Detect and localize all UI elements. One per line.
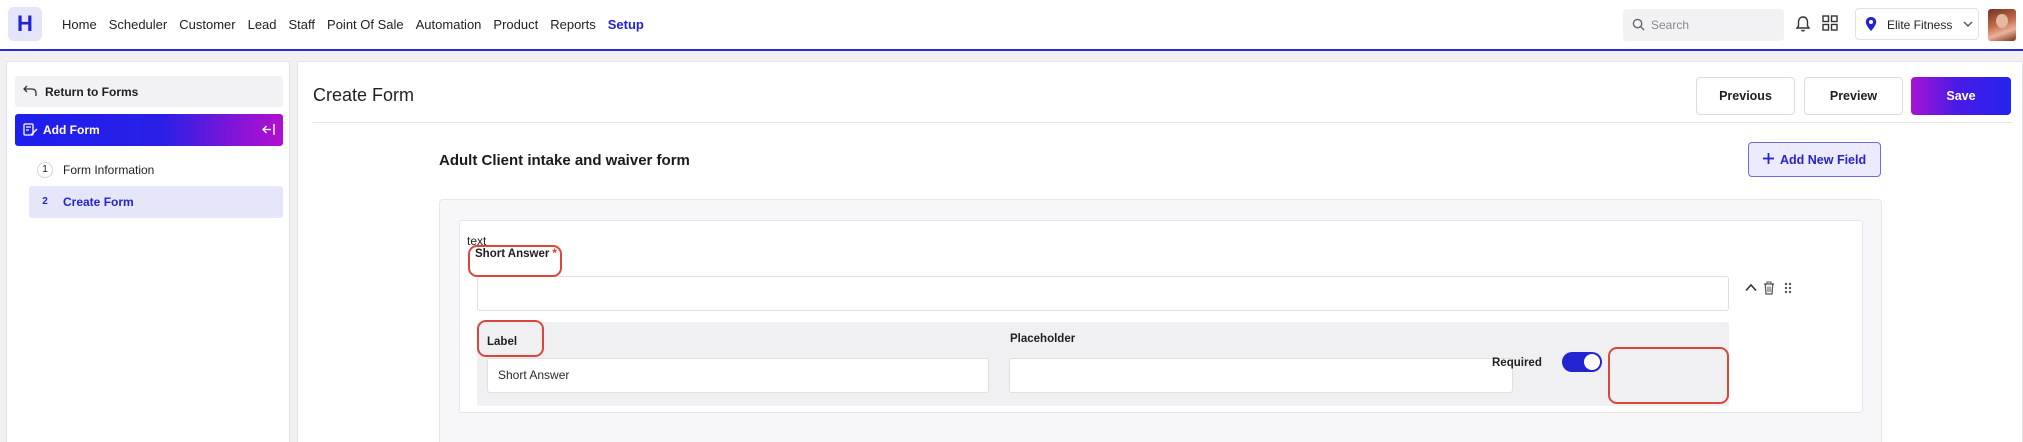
nav-staff[interactable]: Staff bbox=[289, 17, 316, 32]
plus-icon bbox=[1763, 153, 1774, 164]
nav-home[interactable]: Home bbox=[62, 17, 97, 32]
label-input[interactable]: Short Answer bbox=[487, 358, 989, 393]
field-name-text: Short Answer bbox=[475, 248, 550, 260]
trash-icon[interactable] bbox=[1763, 281, 1775, 295]
return-arrow-icon bbox=[23, 85, 37, 96]
step-form-information[interactable]: 1 Form Information bbox=[29, 154, 283, 186]
add-new-field-button[interactable]: Add New Field bbox=[1748, 142, 1881, 177]
nav-point-of-sale[interactable]: Point Of Sale bbox=[327, 17, 404, 32]
chevron-down-icon bbox=[1963, 21, 1973, 27]
return-to-forms-label: Return to Forms bbox=[45, 85, 139, 99]
nav-reports[interactable]: Reports bbox=[550, 17, 596, 32]
nav-customer[interactable]: Customer bbox=[179, 17, 235, 32]
main-nav: Home Scheduler Customer Lead Staff Point… bbox=[62, 0, 656, 49]
previous-button[interactable]: Previous bbox=[1696, 77, 1795, 115]
location-name: Elite Fitness bbox=[1887, 18, 1953, 32]
apps-grid-icon[interactable] bbox=[1822, 15, 1838, 31]
drag-handle-icon[interactable] bbox=[1784, 282, 1792, 294]
step-label: Create Form bbox=[63, 195, 134, 209]
return-to-forms-button[interactable]: Return to Forms bbox=[15, 76, 283, 107]
location-selector[interactable]: Elite Fitness bbox=[1855, 8, 1979, 40]
form-builder-sidebar: Return to Forms Add Form 1 Form Informat… bbox=[6, 61, 290, 442]
form-fields-area: text Short Answer * Label Short Answer Pl… bbox=[439, 199, 1882, 442]
avatar[interactable] bbox=[1988, 9, 2016, 41]
placeholder-heading: Placeholder bbox=[1010, 333, 1076, 345]
field-settings-panel: Label Short Answer Placeholder Required bbox=[477, 322, 1729, 406]
collapse-sidebar-icon[interactable] bbox=[261, 123, 275, 136]
required-toggle[interactable] bbox=[1562, 352, 1602, 372]
field-preview-input[interactable] bbox=[477, 276, 1729, 311]
main-content: Create Form Previous Preview Save Adult … bbox=[297, 61, 2023, 442]
label-heading: Label bbox=[487, 336, 518, 348]
add-form-label: Add Form bbox=[43, 123, 100, 137]
field-card: text Short Answer * Label Short Answer Pl… bbox=[459, 220, 1863, 413]
step-number: 2 bbox=[37, 194, 53, 210]
nav-product[interactable]: Product bbox=[493, 17, 538, 32]
app-logo[interactable]: H bbox=[8, 7, 42, 41]
step-label: Form Information bbox=[63, 163, 155, 177]
search-icon bbox=[1632, 18, 1645, 31]
nav-lead[interactable]: Lead bbox=[248, 17, 277, 32]
save-button[interactable]: Save bbox=[1911, 77, 2011, 115]
page-title: Create Form bbox=[313, 85, 415, 105]
search-placeholder: Search bbox=[1651, 18, 1690, 32]
add-form-section-header: Add Form bbox=[15, 114, 283, 146]
placeholder-input[interactable] bbox=[1009, 358, 1513, 393]
bell-icon[interactable] bbox=[1795, 15, 1811, 33]
nav-scheduler[interactable]: Scheduler bbox=[109, 17, 168, 32]
field-name: Short Answer * bbox=[470, 241, 562, 268]
header-divider bbox=[313, 122, 2013, 123]
add-new-field-label: Add New Field bbox=[1780, 153, 1867, 167]
required-heading: Required bbox=[1492, 357, 1542, 369]
search-input[interactable]: Search bbox=[1623, 9, 1784, 41]
nav-automation[interactable]: Automation bbox=[416, 17, 482, 32]
location-pin-icon bbox=[1865, 17, 1877, 31]
chevron-up-icon[interactable] bbox=[1745, 283, 1757, 292]
required-marker: * bbox=[552, 248, 557, 260]
top-navigation-bar: H Home Scheduler Customer Lead Staff Poi… bbox=[0, 0, 2023, 51]
step-create-form[interactable]: 2 Create Form bbox=[29, 186, 283, 218]
form-edit-icon bbox=[23, 123, 38, 136]
nav-setup[interactable]: Setup bbox=[608, 17, 644, 32]
step-number: 1 bbox=[37, 162, 53, 178]
form-title: Adult Client intake and waiver form bbox=[439, 152, 690, 169]
preview-button[interactable]: Preview bbox=[1804, 77, 1903, 115]
